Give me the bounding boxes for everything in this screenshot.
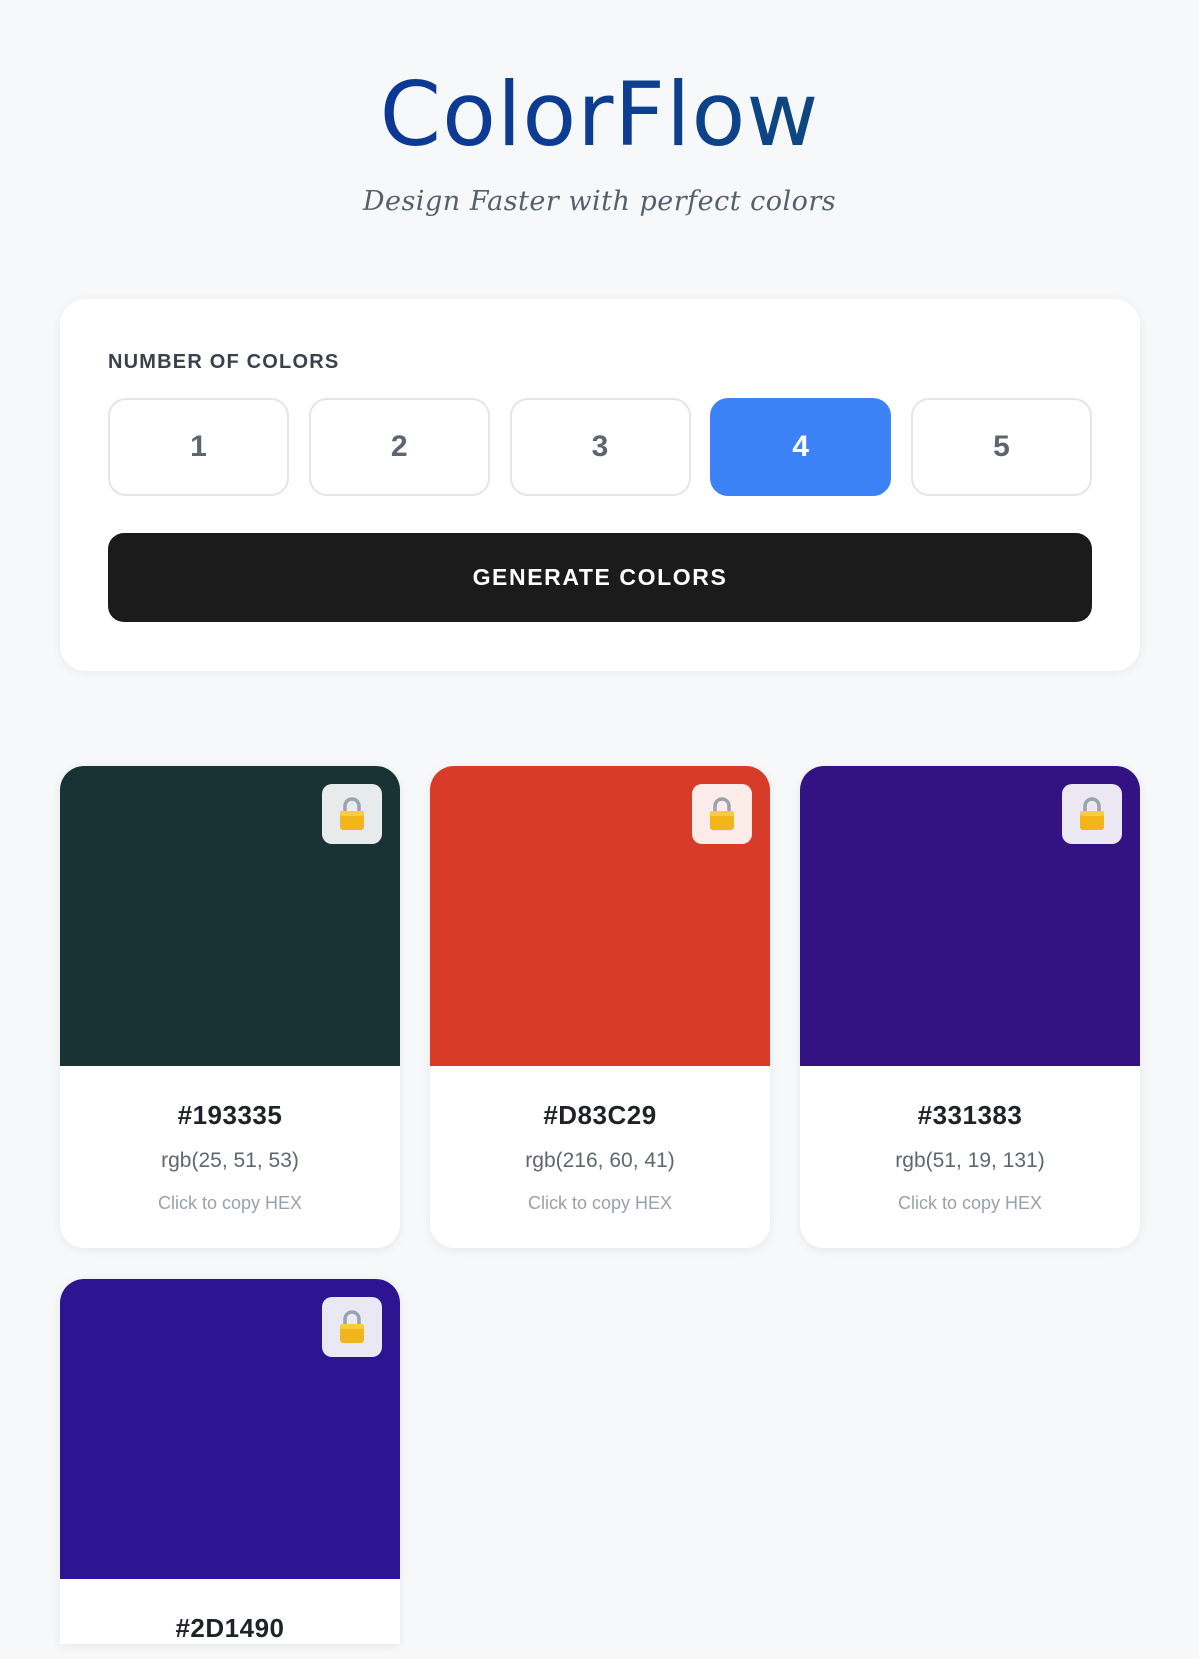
color-info: #331383 rgb(51, 19, 131) Click to copy H… — [800, 1066, 1140, 1248]
lock-icon-glyph — [1080, 797, 1104, 830]
color-swatch[interactable] — [60, 1279, 400, 1579]
hex-value[interactable]: #193335 — [60, 1066, 400, 1131]
count-option-5[interactable]: 5 — [911, 398, 1092, 496]
rgb-value: rgb(25, 51, 53) — [161, 1149, 299, 1172]
app-logo: ColorFlow — [0, 60, 1199, 170]
color-info: #D83C29 rgb(216, 60, 41) Click to copy H… — [430, 1066, 770, 1248]
number-of-colors-label: NUMBER OF COLORS — [108, 351, 340, 373]
color-swatch[interactable] — [60, 766, 400, 1066]
hex-value[interactable]: #331383 — [800, 1066, 1140, 1131]
lock-icon-glyph — [710, 797, 734, 830]
copy-hint: Click to copy HEX — [527, 1193, 673, 1213]
color-card[interactable]: #331383 rgb(51, 19, 131) Click to copy H… — [800, 766, 1140, 1248]
lock-icon-glyph — [340, 1310, 364, 1343]
lock-icon[interactable] — [1062, 784, 1122, 844]
lock-icon-glyph — [340, 797, 364, 830]
generate-colors-button[interactable]: GENERATE COLORS — [108, 533, 1092, 622]
color-swatch[interactable] — [800, 766, 1140, 1066]
color-count-selector: 1 2 3 4 5 — [108, 398, 1092, 496]
copy-hint: Click to copy HEX — [897, 1193, 1043, 1213]
lock-icon[interactable] — [322, 784, 382, 844]
lock-icon[interactable] — [692, 784, 752, 844]
color-info: #2D1490 — [60, 1579, 400, 1644]
lock-icon[interactable] — [322, 1297, 382, 1357]
rgb-value: rgb(51, 19, 131) — [895, 1149, 1045, 1172]
controls-panel: NUMBER OF COLORS 1 2 3 4 5 GENERATE COLO… — [60, 299, 1140, 671]
hex-value[interactable]: #2D1490 — [60, 1579, 400, 1644]
color-card[interactable]: #193335 rgb(25, 51, 53) Click to copy HE… — [60, 766, 400, 1248]
tagline: Design Faster with perfect colors — [362, 186, 837, 217]
copy-hint: Click to copy HEX — [157, 1193, 303, 1213]
color-card[interactable]: #D83C29 rgb(216, 60, 41) Click to copy H… — [430, 766, 770, 1248]
color-card[interactable]: #2D1490 — [60, 1279, 400, 1644]
rgb-value: rgb(216, 60, 41) — [525, 1149, 675, 1172]
count-option-2[interactable]: 2 — [308, 398, 490, 496]
color-swatch[interactable] — [430, 766, 770, 1066]
hex-value[interactable]: #D83C29 — [430, 1066, 770, 1131]
color-info: #193335 rgb(25, 51, 53) Click to copy HE… — [60, 1066, 400, 1248]
count-option-4[interactable]: 4 — [710, 398, 892, 496]
count-option-3[interactable]: 3 — [509, 398, 691, 496]
count-option-1[interactable]: 1 — [108, 398, 289, 496]
